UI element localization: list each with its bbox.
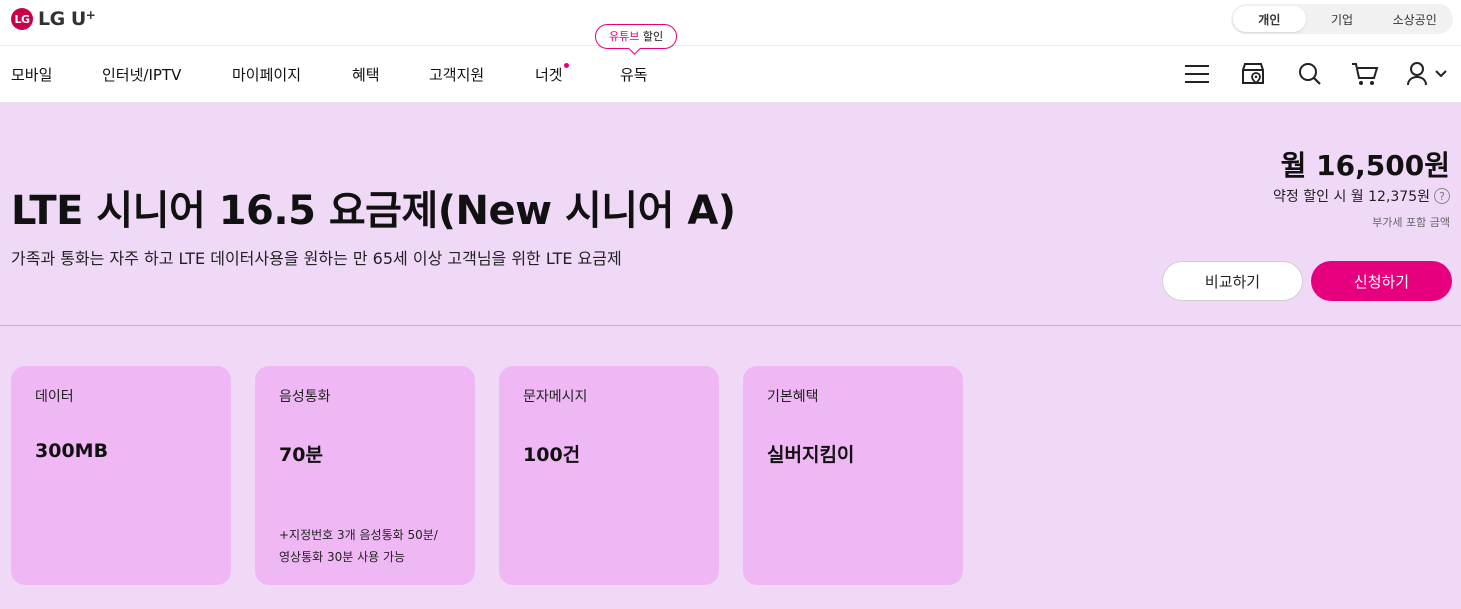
- main-navigation: 모바일 인터넷/IPTV 마이페이지 혜택 고객지원 너겟 유독: [0, 46, 1461, 103]
- card-label: 기본혜택: [767, 389, 819, 405]
- nav-nugget-label: 너겟: [535, 66, 563, 84]
- contract-discount: 약정 할인 시 월 12,375원 ?: [1273, 186, 1450, 206]
- card-label: 문자메시지: [523, 389, 588, 405]
- menu-icon[interactable]: [1183, 60, 1211, 88]
- sms-card: 문자메시지 100건: [499, 366, 719, 585]
- card-value: 100건: [523, 444, 581, 466]
- plan-price: 월 16,500원: [1280, 149, 1450, 182]
- vat-note: 부가세 포함 금액: [1372, 216, 1450, 229]
- nav-udok[interactable]: 유독: [620, 64, 648, 85]
- card-label: 음성통화: [279, 389, 331, 405]
- card-note: +지정번호 3개 음성통화 50분/ 영상통화 30분 사용 가능: [279, 524, 438, 568]
- apply-button[interactable]: 신청하기: [1311, 261, 1452, 301]
- lg-logo-icon: LG: [11, 8, 33, 30]
- nav-mypage[interactable]: 마이페이지: [232, 64, 301, 85]
- section-divider: [0, 325, 1461, 326]
- top-utility-bar: LG LG U+ 개인 기업 소상공인: [0, 0, 1461, 46]
- voice-card: 음성통화 70분 +지정번호 3개 음성통화 50분/ 영상통화 30분 사용 …: [255, 366, 475, 585]
- nav-internet-iptv[interactable]: 인터넷/IPTV: [102, 64, 181, 85]
- cart-icon[interactable]: [1351, 60, 1379, 88]
- card-value: 300MB: [35, 440, 109, 462]
- brand-name: LG U+: [38, 8, 96, 30]
- help-icon[interactable]: ?: [1434, 188, 1450, 204]
- search-icon[interactable]: [1296, 60, 1324, 88]
- segment-small-business[interactable]: 소상공인: [1378, 6, 1451, 32]
- plan-title: LTE 시니어 16.5 요금제(New 시니어 A): [11, 188, 736, 234]
- new-badge-dot: [563, 63, 569, 68]
- nav-mobile[interactable]: 모바일: [11, 64, 52, 85]
- data-card: 데이터 300MB: [11, 366, 231, 585]
- card-note-line: 영상통화 30분 사용 가능: [279, 550, 406, 564]
- card-value: 70분: [279, 444, 323, 466]
- card-label: 데이터: [35, 389, 74, 405]
- card-value: 실버지킴이: [767, 444, 855, 466]
- segment-business[interactable]: 기업: [1306, 6, 1379, 32]
- user-menu[interactable]: [1406, 60, 1450, 88]
- lg-uplus-logo[interactable]: LG LG U+: [11, 8, 96, 30]
- compare-button[interactable]: 비교하기: [1162, 261, 1303, 301]
- store-location-icon[interactable]: [1239, 60, 1267, 88]
- segment-personal[interactable]: 개인: [1233, 6, 1306, 32]
- nav-benefits[interactable]: 혜택: [352, 64, 380, 85]
- card-note-line: +지정번호 3개 음성통화 50분/: [279, 528, 438, 542]
- plan-description: 가족과 통화는 자주 하고 LTE 데이터사용을 원하는 만 65세 이상 고객…: [11, 249, 622, 268]
- basic-benefit-card: 기본혜택 실버지킴이: [743, 366, 963, 585]
- youtube-discount-badge[interactable]: 유튜브 할인: [595, 24, 678, 49]
- nav-nugget[interactable]: 너겟: [535, 63, 569, 85]
- customer-type-switch: 개인 기업 소상공인: [1231, 4, 1453, 34]
- contract-discount-text: 약정 할인 시 월 12,375원: [1273, 189, 1430, 205]
- nav-support[interactable]: 고객지원: [429, 64, 484, 85]
